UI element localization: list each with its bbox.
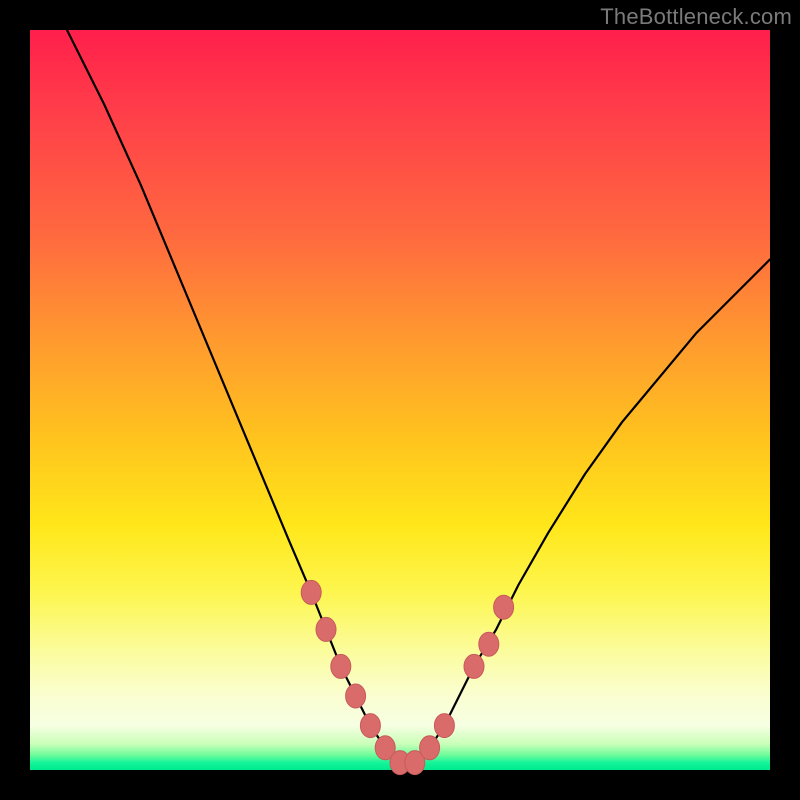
- attribution-text: TheBottleneck.com: [600, 4, 792, 30]
- curve-marker: [420, 736, 440, 760]
- chart-frame: TheBottleneck.com: [0, 0, 800, 800]
- bottleneck-curve: [30, 0, 770, 763]
- curve-marker: [479, 632, 499, 656]
- curve-layer: [30, 30, 770, 770]
- curve-markers: [301, 580, 513, 774]
- curve-marker: [316, 617, 336, 641]
- curve-marker: [434, 714, 454, 738]
- curve-marker: [494, 595, 514, 619]
- curve-marker: [331, 654, 351, 678]
- curve-marker: [360, 714, 380, 738]
- curve-marker: [301, 580, 321, 604]
- plot-area: [30, 30, 770, 770]
- curve-marker: [346, 684, 366, 708]
- curve-marker: [464, 654, 484, 678]
